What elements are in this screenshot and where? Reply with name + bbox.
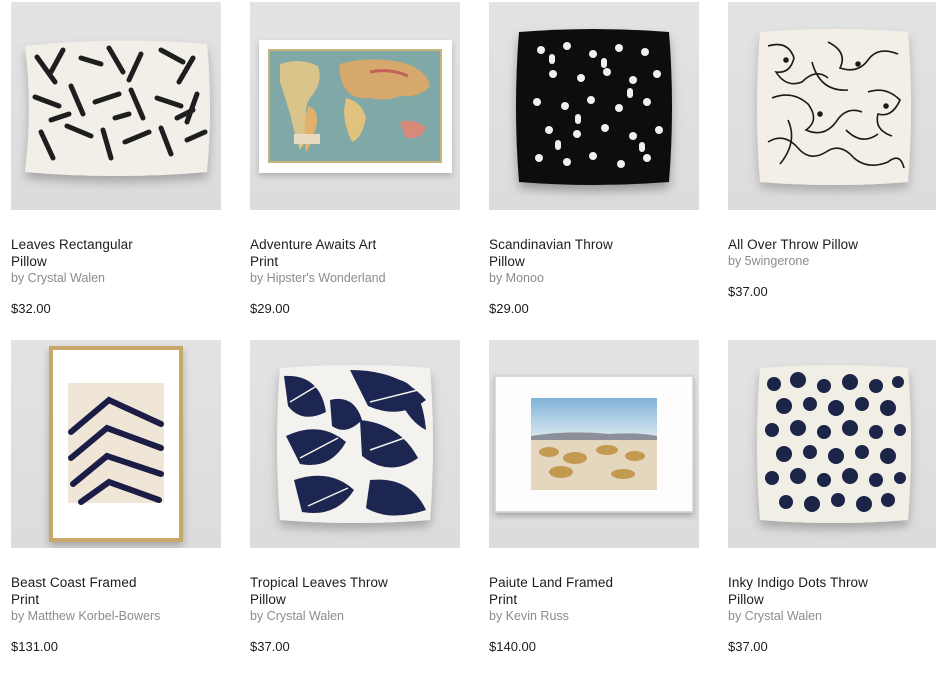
- line-faces-pillow-art: [757, 29, 911, 185]
- product-image[interactable]: [11, 340, 221, 548]
- scandinavian-pillow-art: [516, 29, 672, 185]
- product-price: $29.00: [489, 301, 529, 316]
- product-image[interactable]: [728, 2, 936, 210]
- product-card[interactable]: Tropical Leaves Throw Pillow by Crystal …: [250, 340, 460, 678]
- world-map-print-art: [259, 40, 452, 173]
- product-title[interactable]: Paiute Land Framed Print: [489, 574, 639, 608]
- product-artist[interactable]: by Crystal Walen: [11, 270, 221, 287]
- product-image[interactable]: [250, 2, 460, 210]
- product-artist[interactable]: by 5wingerone: [728, 253, 936, 270]
- product-title[interactable]: Inky Indigo Dots Throw Pillow: [728, 574, 878, 608]
- product-image[interactable]: [11, 2, 221, 210]
- product-card[interactable]: Leaves Rectangular Pillow by Crystal Wal…: [11, 2, 221, 340]
- product-card[interactable]: Adventure Awaits Art Print by Hipster's …: [250, 2, 460, 340]
- navy-chevron-framed-art: [49, 346, 183, 542]
- tropical-leaves-pillow-art: [277, 365, 433, 523]
- product-image[interactable]: [489, 340, 699, 548]
- product-image[interactable]: [489, 2, 699, 210]
- product-grid: Leaves Rectangular Pillow by Crystal Wal…: [11, 2, 936, 678]
- product-artist[interactable]: by Crystal Walen: [728, 608, 936, 625]
- product-card[interactable]: Inky Indigo Dots Throw Pillow by Crystal…: [728, 340, 936, 678]
- product-image[interactable]: [250, 340, 460, 548]
- product-price: $37.00: [250, 639, 290, 654]
- product-artist[interactable]: by Matthew Korbel-Bowers: [11, 608, 221, 625]
- product-price: $32.00: [11, 301, 51, 316]
- product-card[interactable]: Beast Coast Framed Print by Matthew Korb…: [11, 340, 221, 678]
- product-price: $131.00: [11, 639, 58, 654]
- product-price: $37.00: [728, 639, 768, 654]
- product-price: $37.00: [728, 284, 768, 299]
- product-title[interactable]: Beast Coast Framed Print: [11, 574, 161, 608]
- product-artist[interactable]: by Kevin Russ: [489, 608, 699, 625]
- product-price: $29.00: [250, 301, 290, 316]
- product-artist[interactable]: by Monoo: [489, 270, 699, 287]
- indigo-dots-pillow-art: [757, 365, 911, 523]
- product-title[interactable]: All Over Throw Pillow: [728, 236, 898, 253]
- black-leaves-pillow-art: [25, 40, 210, 176]
- product-card[interactable]: All Over Throw Pillow by 5wingerone $37.…: [728, 2, 936, 340]
- product-title[interactable]: Leaves Rectangular Pillow: [11, 236, 161, 270]
- product-title[interactable]: Scandinavian Throw Pillow: [489, 236, 639, 270]
- product-image[interactable]: [728, 340, 936, 548]
- product-artist[interactable]: by Crystal Walen: [250, 608, 460, 625]
- product-artist[interactable]: by Hipster's Wonderland: [250, 270, 460, 287]
- product-title[interactable]: Adventure Awaits Art Print: [250, 236, 400, 270]
- product-card[interactable]: Scandinavian Throw Pillow by Monoo $29.0…: [489, 2, 699, 340]
- product-card[interactable]: Paiute Land Framed Print by Kevin Russ $…: [489, 340, 699, 678]
- product-title[interactable]: Tropical Leaves Throw Pillow: [250, 574, 420, 608]
- product-price: $140.00: [489, 639, 536, 654]
- desert-landscape-framed-art: [494, 375, 694, 513]
